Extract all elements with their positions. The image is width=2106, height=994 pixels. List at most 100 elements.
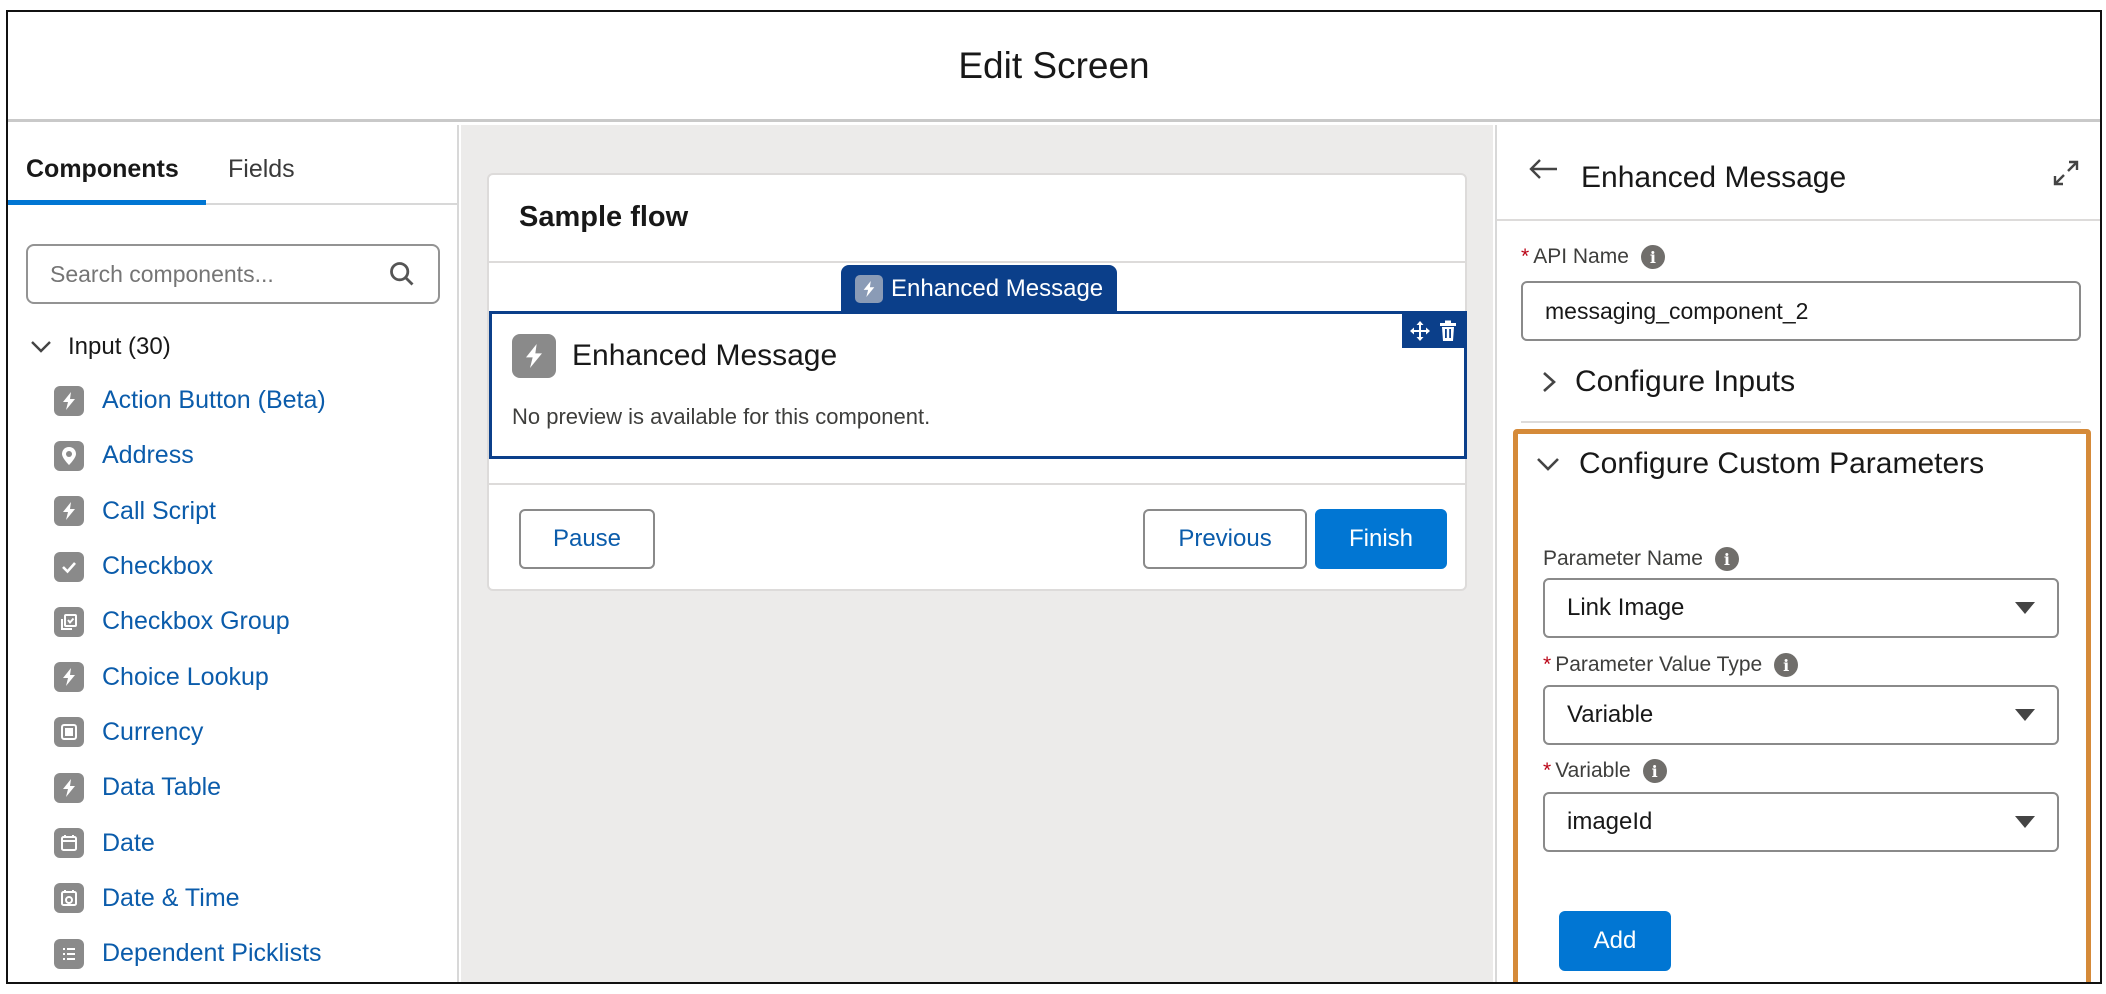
back-arrow-icon[interactable] <box>1529 157 1559 181</box>
api-name-label: * API Name i <box>1521 245 1665 269</box>
card-title: Sample flow <box>519 201 689 233</box>
list-item[interactable]: Choice Lookup <box>54 649 326 704</box>
caret-down-icon <box>2015 816 2035 828</box>
selected-component-chip: Enhanced Message <box>841 265 1117 313</box>
component-title: Enhanced Message <box>512 334 837 378</box>
configure-inputs-section[interactable]: Configure Inputs <box>1541 365 1795 399</box>
lightning-icon <box>54 496 84 527</box>
api-name-field[interactable] <box>1521 281 2081 341</box>
finish-button[interactable]: Finish <box>1315 509 1447 569</box>
select-value: Link Image <box>1567 594 1685 621</box>
preview-note: No preview is available for this compone… <box>512 404 931 429</box>
tab-fields[interactable]: Fields <box>228 155 295 184</box>
parameter-name-label-text: Parameter Name <box>1543 547 1703 570</box>
list-item-label: Date <box>102 828 155 857</box>
active-tab-indicator <box>8 200 206 205</box>
info-icon[interactable]: i <box>1714 547 1739 571</box>
component-title-text: Enhanced Message <box>572 339 838 372</box>
select-value: Variable <box>1567 701 1654 728</box>
list-item-label: Data Table <box>102 773 222 802</box>
parameter-value-type-select[interactable]: Variable <box>1543 685 2059 745</box>
configure-custom-parameters-section[interactable]: Configure Custom Parameters <box>1535 447 1984 481</box>
calendar-icon <box>54 828 84 859</box>
group-label: Input (30) <box>68 333 171 360</box>
properties-title: Enhanced Message <box>1581 161 1847 194</box>
move-icon[interactable] <box>1409 320 1431 342</box>
pause-button[interactable]: Pause <box>519 509 655 569</box>
list-item-label: Checkbox Group <box>102 607 290 636</box>
page-title: Edit Screen <box>958 44 1150 86</box>
required-marker: * <box>1543 653 1552 676</box>
screen-canvas: Sample flow Enhanced Message Enhanced Me… <box>461 125 1493 982</box>
parameter-name-label: Parameter Name i <box>1543 547 1739 571</box>
panel-tabs: Components Fields <box>8 125 459 205</box>
add-button[interactable]: Add <box>1559 911 1671 971</box>
api-name-input[interactable] <box>1545 297 2057 325</box>
tab-components[interactable]: Components <box>26 155 179 184</box>
expand-icon[interactable] <box>2052 159 2080 187</box>
info-icon[interactable]: i <box>1774 653 1799 677</box>
lightning-icon <box>54 662 84 693</box>
parameter-name-select[interactable]: Link Image <box>1543 578 2059 638</box>
list-item[interactable]: Checkbox <box>54 539 326 594</box>
chip-label: Enhanced Message <box>891 275 1104 302</box>
select-value: imageId <box>1567 808 1653 835</box>
variable-label: * Variable i <box>1543 759 1667 783</box>
chevron-right-icon <box>1543 372 1556 392</box>
flow-screen-card: Sample flow Enhanced Message Enhanced Me… <box>487 173 1467 591</box>
list-item[interactable]: Date <box>54 815 326 870</box>
section-label: Configure Custom Parameters <box>1579 447 1985 480</box>
trash-icon[interactable] <box>1439 320 1457 342</box>
divider <box>489 261 1465 263</box>
list-item[interactable]: Currency <box>54 705 326 760</box>
list-item-label: Action Button (Beta) <box>102 386 326 415</box>
info-icon[interactable]: i <box>1640 245 1665 269</box>
variable-select[interactable]: imageId <box>1543 792 2059 852</box>
parameter-value-type-label-text: Parameter Value Type <box>1555 653 1763 676</box>
list-item[interactable]: Data Table <box>54 760 326 815</box>
selected-component[interactable]: Enhanced Message No preview is available… <box>489 311 1467 459</box>
lightning-icon <box>512 334 556 378</box>
divider <box>1521 421 2081 423</box>
modal-header: Edit Screen <box>8 12 2100 122</box>
section-label: Configure Inputs <box>1575 365 1796 398</box>
api-name-label-text: API Name <box>1533 245 1629 268</box>
info-icon[interactable]: i <box>1642 759 1667 783</box>
required-marker: * <box>1521 245 1530 268</box>
list-item[interactable]: Dependent Picklists <box>54 926 326 981</box>
list-item[interactable]: Address <box>54 428 326 483</box>
list-item-label: Choice Lookup <box>102 662 269 691</box>
properties-header: Enhanced Message <box>1497 125 2100 221</box>
app-window: Edit Screen Components Fields Input (30)… <box>6 10 2102 984</box>
search-icon <box>390 262 414 286</box>
list-item[interactable]: Date & Time <box>54 871 326 926</box>
list-item-label: Checkbox <box>102 552 214 581</box>
caret-down-icon <box>2015 709 2035 721</box>
list-item[interactable]: Call Script <box>54 484 326 539</box>
list-item-label: Dependent Picklists <box>102 939 322 968</box>
input-group-toggle[interactable]: Input (30) <box>30 333 171 361</box>
chevron-down-icon <box>1537 458 1559 471</box>
caret-down-icon <box>2015 602 2035 614</box>
list-item[interactable]: Action Button (Beta) <box>54 373 326 428</box>
list-item-label: Address <box>102 441 194 470</box>
component-list: Action Button (Beta) Address Call Script… <box>54 373 326 981</box>
list-item-label: Currency <box>102 717 204 746</box>
list-item-label: Call Script <box>102 496 216 525</box>
chevron-down-icon <box>31 341 51 353</box>
previous-button[interactable]: Previous <box>1143 509 1307 569</box>
list-item[interactable]: Checkbox Group <box>54 594 326 649</box>
lightning-icon <box>855 275 883 303</box>
lightning-icon <box>54 772 84 803</box>
list-item-label: Date & Time <box>102 883 240 912</box>
properties-panel: Enhanced Message *API Name i Configure I… <box>1495 125 2100 982</box>
search-input[interactable] <box>50 260 388 288</box>
currency-icon <box>54 717 84 748</box>
divider <box>489 483 1465 485</box>
required-marker: * <box>1543 759 1552 782</box>
search-box[interactable] <box>26 244 440 304</box>
calendar-clock-icon <box>54 883 84 914</box>
components-panel: Components Fields Input (30) Action Butt… <box>8 125 459 982</box>
location-pin-icon <box>54 440 84 471</box>
checkbox-group-icon <box>54 606 84 637</box>
